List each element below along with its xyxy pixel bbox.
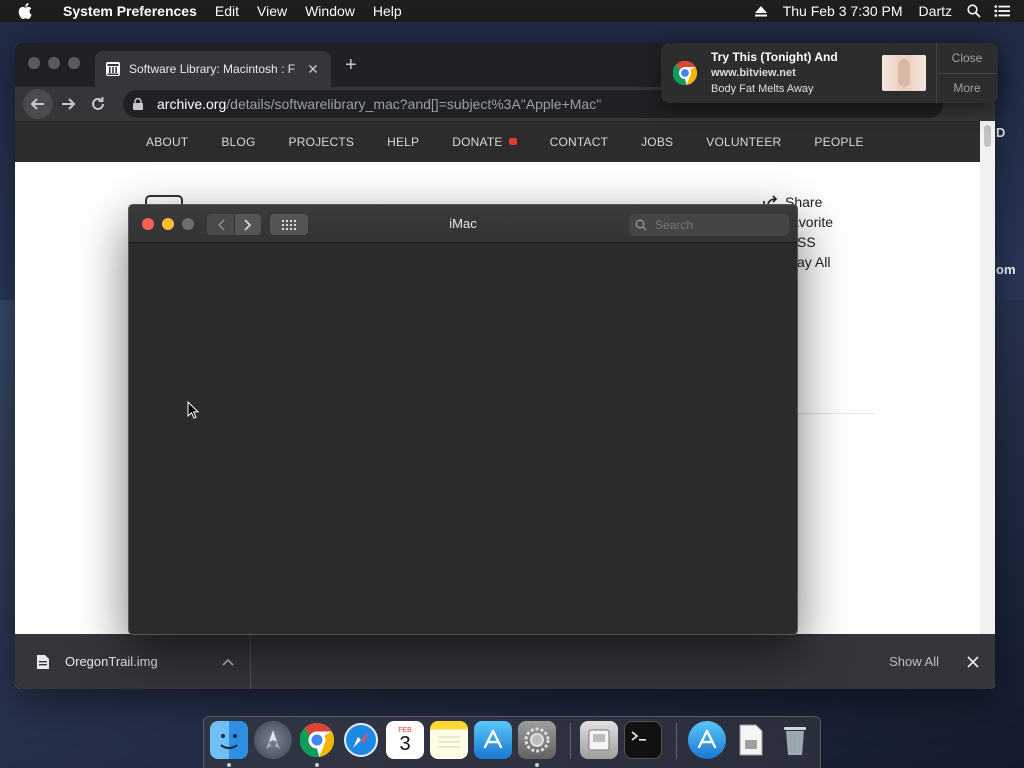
nav-volunteer[interactable]: VOLUNTEER	[706, 135, 781, 149]
archive-site-nav: ABOUT BLOG PROJECTS HELP DONATE CONTACT …	[15, 121, 980, 162]
scrollbar-thumb[interactable]	[984, 125, 991, 147]
running-indicator	[315, 763, 319, 767]
close-window-button[interactable]	[28, 57, 40, 69]
archive-favicon-icon	[105, 61, 121, 77]
eject-icon[interactable]	[753, 3, 769, 19]
notification-site: www.bitview.net	[711, 67, 796, 79]
page-scrollbar[interactable]	[980, 121, 995, 634]
mouse-cursor-icon	[187, 401, 199, 419]
minimize-window-button[interactable]	[48, 57, 60, 69]
file-icon	[37, 654, 51, 669]
calendar-day: 3	[399, 732, 411, 755]
notification-more-button[interactable]: More	[937, 72, 997, 104]
nav-help[interactable]: HELP	[387, 135, 419, 149]
terminal-dock-icon[interactable]	[624, 721, 662, 759]
heart-icon	[508, 138, 517, 145]
forward-button[interactable]	[53, 89, 83, 119]
notification-message: Body Fat Melts Away	[711, 83, 814, 95]
download-filename: OregonTrail.img	[65, 654, 158, 669]
notification-image	[882, 55, 926, 91]
url-path: /details/softwarelibrary_mac?and[]=subje…	[226, 96, 602, 112]
nav-projects[interactable]: PROJECTS	[289, 135, 355, 149]
imac-window: iMac Search	[128, 204, 798, 635]
chrome-logo-icon	[673, 61, 697, 85]
search-placeholder: Search	[655, 218, 694, 232]
show-all-downloads-button[interactable]: Show All	[889, 654, 939, 669]
notification-text: Try This (Tonight) And www.bitview.net B…	[711, 49, 882, 97]
dock-separator	[676, 723, 677, 759]
app-store-downloads-dock-icon[interactable]	[688, 721, 726, 759]
notification-headline: Try This (Tonight) And	[711, 50, 838, 64]
running-indicator	[227, 763, 231, 767]
url-host: archive.org	[157, 96, 227, 112]
nav-about[interactable]: ABOUT	[146, 135, 188, 149]
imac-titlebar[interactable]: iMac Search	[129, 205, 797, 243]
reload-button[interactable]	[83, 89, 113, 119]
divider	[795, 413, 875, 414]
nav-contact[interactable]: CONTACT	[550, 135, 609, 149]
search-icon	[635, 219, 649, 231]
back-button[interactable]	[23, 89, 53, 119]
finder-dock-icon[interactable]	[210, 721, 248, 759]
window-controls	[28, 57, 80, 69]
installer-disk-dock-icon[interactable]	[580, 721, 618, 759]
nav-donate-label: DONATE	[452, 134, 503, 149]
spotlight-search-icon[interactable]	[966, 3, 982, 19]
notes-dock-icon[interactable]	[430, 721, 468, 759]
nav-people[interactable]: PEOPLE	[814, 135, 863, 149]
download-shelf: OregonTrail.img Show All	[15, 634, 995, 689]
menu-help[interactable]: Help	[364, 3, 411, 19]
menu-user[interactable]: Dartz	[911, 3, 960, 19]
dock: FEB 3	[203, 716, 821, 768]
notification-body[interactable]: Try This (Tonight) And www.bitview.net B…	[661, 43, 937, 103]
apple-menu-icon[interactable]	[18, 3, 40, 19]
browser-tab[interactable]: Software Library: Macintosh : F ✕	[95, 51, 331, 87]
running-indicator	[535, 763, 539, 767]
menu-edit[interactable]: Edit	[206, 3, 248, 19]
close-tab-icon[interactable]: ✕	[305, 61, 321, 78]
menu-app-name[interactable]: System Preferences	[54, 3, 206, 19]
offscreen-text-fragment: D	[996, 125, 1006, 140]
system-preferences-dock-icon[interactable]	[518, 721, 556, 759]
menu-window[interactable]: Window	[296, 3, 364, 19]
zoom-window-button[interactable]	[68, 57, 80, 69]
app-store-dock-icon[interactable]	[474, 721, 512, 759]
offscreen-text-fragment: om	[996, 262, 1016, 277]
calendar-dock-icon[interactable]: FEB 3	[386, 721, 424, 759]
chrome-dock-icon[interactable]	[298, 721, 336, 759]
download-item[interactable]: OregonTrail.img	[15, 634, 251, 689]
close-download-shelf-icon[interactable]	[963, 655, 983, 668]
lock-icon	[133, 98, 147, 110]
nav-donate[interactable]: DONATE	[452, 134, 517, 149]
dock-separator	[570, 723, 571, 759]
trash-dock-icon[interactable]	[776, 721, 814, 759]
tab-title: Software Library: Macintosh : F	[129, 62, 296, 76]
menu-bar: System Preferences Edit View Window Help…	[0, 0, 1024, 22]
launchpad-dock-icon[interactable]	[254, 721, 292, 759]
notification-close-button[interactable]: Close	[937, 43, 997, 73]
safari-dock-icon[interactable]	[342, 721, 380, 759]
disk-image-dock-icon[interactable]	[732, 721, 770, 759]
chrome-notification[interactable]: Try This (Tonight) And www.bitview.net B…	[661, 43, 998, 103]
menu-clock[interactable]: Thu Feb 3 7:30 PM	[775, 3, 911, 19]
notification-center-icon[interactable]	[994, 3, 1010, 19]
nav-blog[interactable]: BLOG	[221, 135, 255, 149]
notification-actions: Close More	[937, 43, 997, 103]
new-tab-icon[interactable]: +	[345, 55, 357, 75]
imac-search-field[interactable]: Search	[629, 214, 789, 236]
nav-jobs[interactable]: JOBS	[641, 135, 673, 149]
menu-view[interactable]: View	[248, 3, 296, 19]
chevron-up-icon[interactable]	[218, 658, 238, 666]
